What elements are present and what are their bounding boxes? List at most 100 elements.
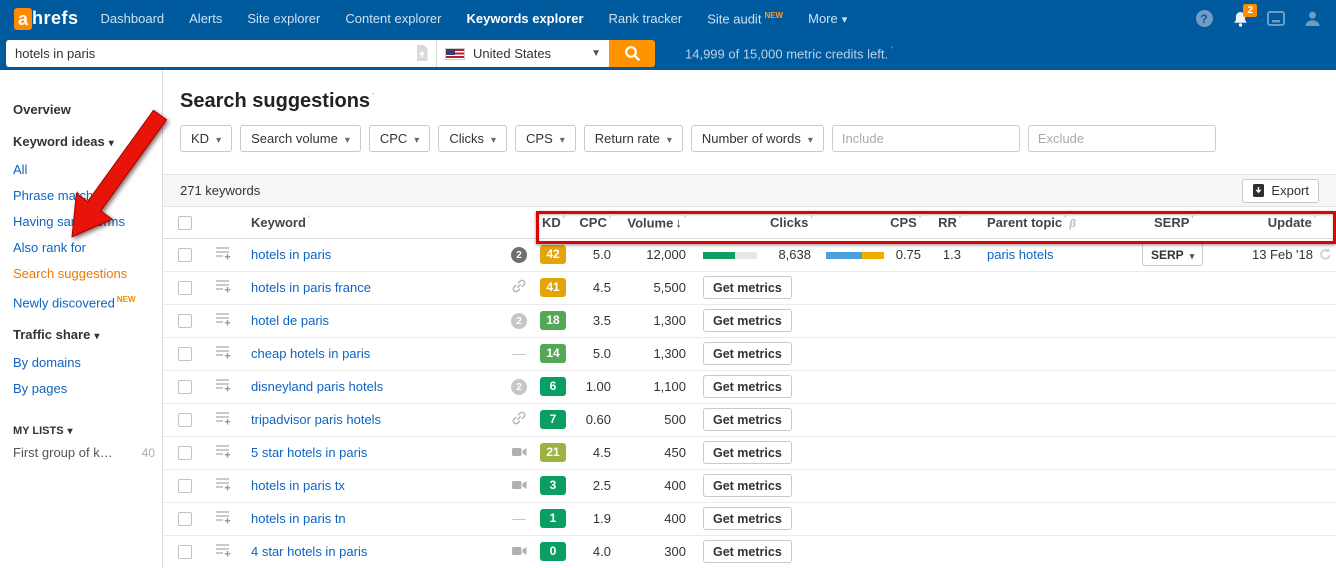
get-metrics-button[interactable]: Get metrics	[703, 507, 792, 530]
get-metrics-button[interactable]: Get metrics	[703, 441, 792, 464]
kd-badge: 14	[540, 344, 566, 363]
add-to-list-icon[interactable]	[216, 281, 231, 296]
nav-item-alerts[interactable]: Alerts	[189, 11, 222, 26]
nav-item-rank-tracker[interactable]: Rank tracker	[609, 11, 683, 26]
nav-item-dashboard[interactable]: Dashboard	[101, 11, 165, 26]
chevron-down-icon: ▼	[591, 48, 601, 59]
keyword-search-input[interactable]	[6, 40, 436, 67]
get-metrics-button[interactable]: Get metrics	[703, 540, 792, 563]
exclude-input[interactable]	[1028, 125, 1216, 152]
help-icon[interactable]: ?	[1194, 9, 1214, 29]
row-checkbox[interactable]	[178, 446, 192, 460]
keyword-link[interactable]: 4 star hotels in paris	[251, 544, 367, 559]
user-account-icon[interactable]	[1302, 9, 1322, 29]
nav-item-content-explorer[interactable]: Content explorer	[345, 11, 441, 26]
get-metrics-button[interactable]: Get metrics	[703, 474, 792, 497]
country-select[interactable]: United States ▼	[436, 40, 609, 67]
sidebar-item-phrase-match[interactable]: Phrase match	[13, 186, 162, 206]
nav-item-label: Keywords explorer	[466, 11, 583, 26]
include-input[interactable]	[832, 125, 1020, 152]
col-header-serp[interactable]: SERP	[1138, 207, 1218, 238]
kd-badge: 1	[540, 509, 566, 528]
select-all-checkbox[interactable]	[178, 216, 192, 230]
sidebar-item-newly-discovered[interactable]: Newly discoveredNEW	[13, 290, 162, 313]
row-checkbox[interactable]	[178, 512, 192, 526]
filter-button-kd[interactable]: KD	[180, 125, 232, 152]
col-header-rr[interactable]: RR	[925, 207, 965, 238]
my-lists-header[interactable]: MY LISTS	[13, 425, 162, 437]
sidebar-item-all[interactable]: All	[13, 160, 162, 180]
keyword-link[interactable]: hotels in paris	[251, 247, 331, 262]
row-checkbox[interactable]	[178, 545, 192, 559]
get-metrics-button[interactable]: Get metrics	[703, 375, 792, 398]
add-to-list-icon[interactable]	[216, 248, 231, 263]
filter-button-clicks[interactable]: Clicks	[438, 125, 507, 152]
search-button[interactable]	[609, 40, 655, 67]
row-checkbox[interactable]	[178, 413, 192, 427]
paste-list-icon[interactable]	[415, 45, 429, 64]
row-checkbox[interactable]	[178, 248, 192, 262]
my-list-item[interactable]: First group of k… 40	[13, 445, 155, 460]
col-header-clicks[interactable]: Clicks	[770, 207, 815, 238]
col-header-kd[interactable]: KD	[534, 207, 572, 238]
nav-item-keywords-explorer[interactable]: Keywords explorer	[466, 11, 583, 26]
keyword-link[interactable]: hotels in paris france	[251, 280, 371, 295]
keyword-link[interactable]: cheap hotels in paris	[251, 346, 370, 361]
col-header-cps[interactable]: CPS	[890, 207, 925, 238]
col-header-parent-topic[interactable]: Parent topicβ	[965, 207, 1138, 238]
sidebar-item-traffic-share[interactable]: Traffic share	[13, 325, 162, 347]
sidebar-item-overview[interactable]: Overview	[13, 100, 162, 120]
add-to-list-icon[interactable]	[216, 479, 231, 494]
nav-item-more[interactable]: More	[808, 11, 847, 26]
add-to-list-icon[interactable]	[216, 545, 231, 560]
filter-button-number-of-words[interactable]: Number of words	[691, 125, 824, 152]
keyword-link[interactable]: tripadvisor paris hotels	[251, 412, 381, 427]
export-button[interactable]: Export	[1242, 179, 1319, 203]
sidebar-item-search-suggestions[interactable]: Search suggestions	[13, 264, 162, 284]
row-checkbox[interactable]	[178, 281, 192, 295]
sidebar-item-by-pages[interactable]: By pages	[13, 379, 162, 399]
get-metrics-button[interactable]: Get metrics	[703, 276, 792, 299]
col-header-cpc[interactable]: CPC	[572, 207, 615, 238]
row-checkbox[interactable]	[178, 479, 192, 493]
intercom-chat-icon[interactable]	[1266, 9, 1286, 29]
row-checkbox[interactable]	[178, 314, 192, 328]
notifications-bell-icon[interactable]: 2	[1230, 9, 1250, 29]
filter-button-return-rate[interactable]: Return rate	[584, 125, 683, 152]
add-to-list-icon[interactable]	[216, 446, 231, 461]
keyword-link[interactable]: hotels in paris tx	[251, 478, 345, 493]
row-checkbox[interactable]	[178, 380, 192, 394]
add-to-list-icon[interactable]	[216, 347, 231, 362]
get-metrics-button[interactable]: Get metrics	[703, 408, 792, 431]
col-header-keyword[interactable]: Keyword	[239, 207, 504, 238]
sidebar-item-also-rank-for[interactable]: Also rank for	[13, 238, 162, 258]
keyword-link[interactable]: 5 star hotels in paris	[251, 445, 367, 460]
add-to-list-icon[interactable]	[216, 413, 231, 428]
filter-button-cpc[interactable]: CPC	[369, 125, 430, 152]
filter-button-search-volume[interactable]: Search volume	[240, 125, 361, 152]
keyword-link[interactable]: disneyland paris hotels	[251, 379, 383, 394]
serp-dropdown-button[interactable]: SERP	[1142, 243, 1203, 266]
sidebar-item-by-domains[interactable]: By domains	[13, 353, 162, 373]
ahrefs-logo[interactable]: a hrefs	[14, 8, 79, 30]
keyword-link[interactable]: hotels in paris tn	[251, 511, 346, 526]
col-header-update[interactable]: Update	[1218, 207, 1336, 238]
nav-item-label: Dashboard	[101, 11, 165, 26]
refresh-icon[interactable]	[1319, 248, 1332, 261]
get-metrics-button[interactable]: Get metrics	[703, 309, 792, 332]
top-navigation: a hrefs Dashboard Alerts Site explorer Cont…	[0, 0, 1336, 37]
nav-item-site-explorer[interactable]: Site explorer	[247, 11, 320, 26]
logo-wordmark: hrefs	[32, 8, 79, 29]
keyword-link[interactable]: hotel de paris	[251, 313, 329, 328]
add-to-list-icon[interactable]	[216, 314, 231, 329]
sidebar-item-keyword-ideas[interactable]: Keyword ideas	[13, 132, 162, 154]
add-to-list-icon[interactable]	[216, 512, 231, 527]
nav-item-site-audit[interactable]: Site auditNEW	[707, 11, 783, 26]
filter-button-cps[interactable]: CPS	[515, 125, 576, 152]
sidebar-item-having-same-terms[interactable]: Having same terms	[13, 212, 162, 232]
col-header-volume[interactable]: Volume↓	[615, 207, 690, 238]
row-checkbox[interactable]	[178, 347, 192, 361]
parent-topic-link[interactable]: paris hotels	[987, 247, 1053, 262]
add-to-list-icon[interactable]	[216, 380, 231, 395]
get-metrics-button[interactable]: Get metrics	[703, 342, 792, 365]
